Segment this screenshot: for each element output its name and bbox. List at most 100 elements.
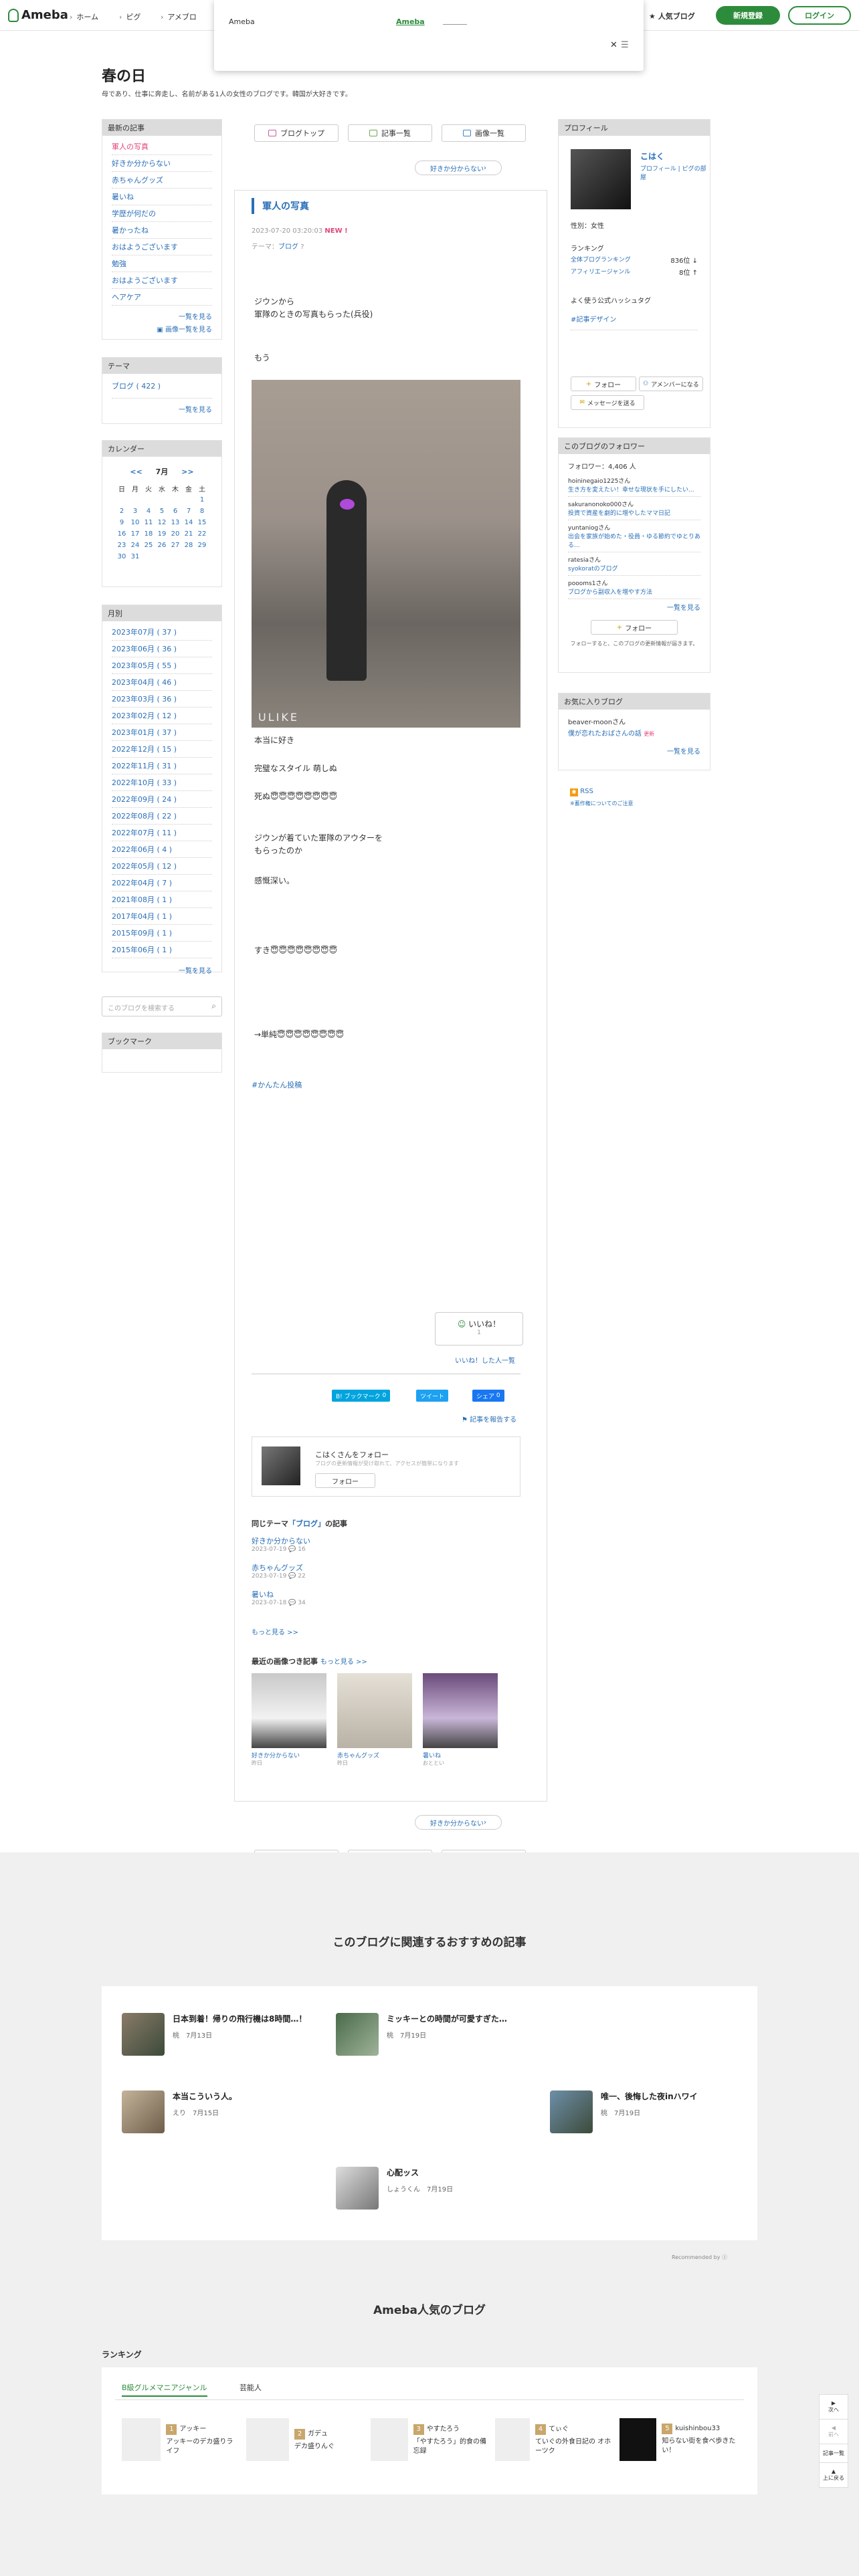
profile-links[interactable]: プロフィール | ピグの部屋 [640, 164, 710, 181]
popup-link[interactable]: Ameba [396, 17, 425, 26]
nav-ameblo[interactable]: アメブロ [161, 11, 196, 22]
nav-home[interactable]: ホーム [70, 11, 98, 22]
calendar-day[interactable]: 5 [156, 506, 168, 516]
calendar-day[interactable]: 3 [129, 506, 141, 516]
calendar-day[interactable]: 18 [142, 529, 155, 539]
recent-more-link[interactable]: 一覧を見る [102, 308, 221, 324]
popular-blogs-link[interactable]: ★ 人気ブログ [649, 11, 695, 21]
monthly-more-link[interactable]: 一覧を見る [102, 961, 221, 979]
article-title[interactable]: 軍人の写真 [262, 199, 309, 213]
calendar-day[interactable]: 27 [169, 540, 181, 550]
calendar-day[interactable]: 12 [156, 518, 168, 528]
calendar-day[interactable]: 1 [196, 495, 208, 505]
calendar-day[interactable]: 7 [183, 506, 195, 516]
recent-image-item[interactable]: 好きか分からない 昨日 [252, 1673, 326, 1767]
tweet-button[interactable]: ツイート [416, 1390, 449, 1402]
recent-post-link[interactable]: おはようございます [112, 272, 212, 289]
follow-card-button[interactable]: フォロー [315, 1473, 375, 1488]
calendar-day[interactable]: 17 [129, 529, 141, 539]
monthly-link[interactable]: 2023年02月 ( 12 ) [112, 708, 212, 724]
monthly-link[interactable]: 2017年04月 ( 1 ) [112, 908, 212, 925]
menu-icon[interactable]: ☰ [621, 40, 629, 50]
calendar-day[interactable]: 19 [156, 529, 168, 539]
recent-images-more[interactable]: もっと見る >> [320, 1658, 367, 1666]
recommend-item-5[interactable]: 心配ッス しょうくん 7月19日 [336, 2167, 537, 2210]
close-icon[interactable]: ✕ [610, 40, 617, 50]
theme-more-link[interactable]: 一覧を見る [102, 399, 221, 419]
ranking-item[interactable]: 5 kuishinbou33 知らない街を食べ歩きたい！ [619, 2418, 737, 2461]
rank-all-link[interactable]: 全体ブログランキング [571, 255, 631, 263]
ranking-item[interactable]: 1 アッキー アッキーのデカ盛りライフ [122, 2418, 240, 2461]
ranking-item[interactable]: 2 ガデュ デカ盛りんぐ [246, 2418, 364, 2461]
recent-post-link[interactable]: 暑かったね [112, 222, 212, 239]
follower-blog-link[interactable]: 出会を家族が始めた・役員・ゆる節約でゆとりある... [568, 532, 700, 549]
blog-top-button[interactable]: ブログトップ [254, 124, 339, 142]
calendar-day[interactable]: 29 [196, 540, 208, 550]
calendar-day[interactable]: 8 [196, 506, 208, 516]
monthly-link[interactable]: 2022年11月 ( 31 ) [112, 758, 212, 774]
recent-post-link[interactable]: 学歴が何だの [112, 205, 212, 222]
soldier-photo[interactable]: ULIKE [252, 380, 520, 728]
monthly-link[interactable]: 2023年06月 ( 36 ) [112, 641, 212, 657]
recent-post-link[interactable]: 赤ちゃんグッズ [112, 172, 212, 189]
monthly-link[interactable]: 2022年10月 ( 33 ) [112, 774, 212, 791]
calendar-day[interactable]: 14 [183, 518, 195, 528]
recent-post-link[interactable]: 軍人の写真 [112, 138, 212, 155]
monthly-link[interactable]: 2023年05月 ( 55 ) [112, 657, 212, 674]
favorite-blog-link[interactable]: 僕が恋れたおばさんの話 更新 [559, 726, 710, 739]
related-more-link[interactable]: もっと見る >> [252, 1626, 298, 1636]
theme-link[interactable]: ブログ [278, 243, 298, 251]
calendar-day[interactable]: 2 [116, 506, 128, 516]
calendar-day[interactable]: 16 [116, 529, 128, 539]
calendar-day[interactable]: 4 [142, 506, 155, 516]
recent-image-item[interactable]: 暑いね おととい [423, 1673, 498, 1767]
signup-button[interactable]: 新規登録 [716, 6, 780, 25]
rank-genre-link[interactable]: アフィリエージャンル [571, 267, 630, 276]
calendar-day[interactable]: 15 [196, 518, 208, 528]
calendar-day[interactable]: 9 [116, 518, 128, 528]
theme-item[interactable]: ブログ ( 422 ) [112, 374, 212, 399]
calendar-day[interactable]: 10 [129, 518, 141, 528]
profile-avatar[interactable] [571, 149, 631, 209]
favorites-more-link[interactable]: 一覧を見る [559, 739, 710, 762]
calendar-prev[interactable]: << [130, 467, 142, 476]
monthly-link[interactable]: 2023年03月 ( 36 ) [112, 691, 212, 708]
next-button[interactable]: ▶ 次へ [820, 2395, 848, 2420]
monthly-link[interactable]: 2022年07月 ( 11 ) [112, 825, 212, 841]
recent-post-link[interactable]: 勉強 [112, 255, 212, 272]
calendar-day[interactable]: 20 [169, 529, 181, 539]
calendar-day[interactable]: 6 [169, 506, 181, 516]
recommend-item-3[interactable]: 本当こういう人。 えり 7月15日 [122, 2090, 322, 2133]
amember-button[interactable]: ⚇ アメンバーになる [639, 377, 703, 391]
recent-post-link[interactable]: 好きか分からない [112, 155, 212, 172]
follower-blog-link[interactable]: syokoratのブログ [568, 564, 700, 572]
back-to-top-button[interactable]: ▲ 上に戻る [820, 2463, 848, 2487]
recent-image-item[interactable]: 赤ちゃんグッズ 昨日 [337, 1673, 412, 1767]
profile-hashtag[interactable]: #記事デザイン [571, 314, 616, 324]
hashtag-link[interactable]: #かんたん投稿 [252, 1079, 302, 1090]
follower-blog-link[interactable]: 投資で資産を劇的に増やしたママ日記 [568, 508, 700, 517]
blog-search-input[interactable]: このブログを検索する ⌕ [102, 996, 222, 1016]
monthly-link[interactable]: 2023年01月 ( 37 ) [112, 724, 212, 741]
calendar-day[interactable]: 26 [156, 540, 168, 550]
like-button[interactable]: ☺ いいね！ 1 [435, 1312, 523, 1346]
ranking-item[interactable]: 4 てぃぐ ていぐの外食日記の オホーツク [495, 2418, 613, 2461]
monthly-link[interactable]: 2023年04月 ( 46 ) [112, 674, 212, 691]
profile-follow-button[interactable]: + フォロー [571, 377, 636, 391]
calendar-day[interactable]: 30 [116, 552, 128, 562]
calendar-next[interactable]: >> [181, 467, 193, 476]
calendar-day[interactable]: 21 [183, 529, 195, 539]
monthly-link[interactable]: 2023年07月 ( 37 ) [112, 624, 212, 641]
prev-button[interactable]: ◀ 前へ [820, 2420, 848, 2444]
calendar-day[interactable]: 13 [169, 518, 181, 528]
hatena-bookmark-button[interactable]: B! ブックマーク 0 [332, 1390, 391, 1402]
ameba-logo[interactable]: Ameba [8, 8, 68, 22]
monthly-link[interactable]: 2015年09月 ( 1 ) [112, 925, 212, 942]
rss-note[interactable]: ※蓄作権についてのご注意 [570, 800, 633, 807]
nav-pigg[interactable]: ピグ [119, 11, 140, 22]
recent-post-link[interactable]: 暑いね [112, 189, 212, 205]
calendar-day[interactable]: 24 [129, 540, 141, 550]
prev-article-button-bottom[interactable]: 好きか分からない › [415, 1815, 502, 1830]
report-link[interactable]: ⚑ 記事を報告する [462, 1414, 516, 1424]
monthly-link[interactable]: 2022年08月 ( 22 ) [112, 808, 212, 825]
